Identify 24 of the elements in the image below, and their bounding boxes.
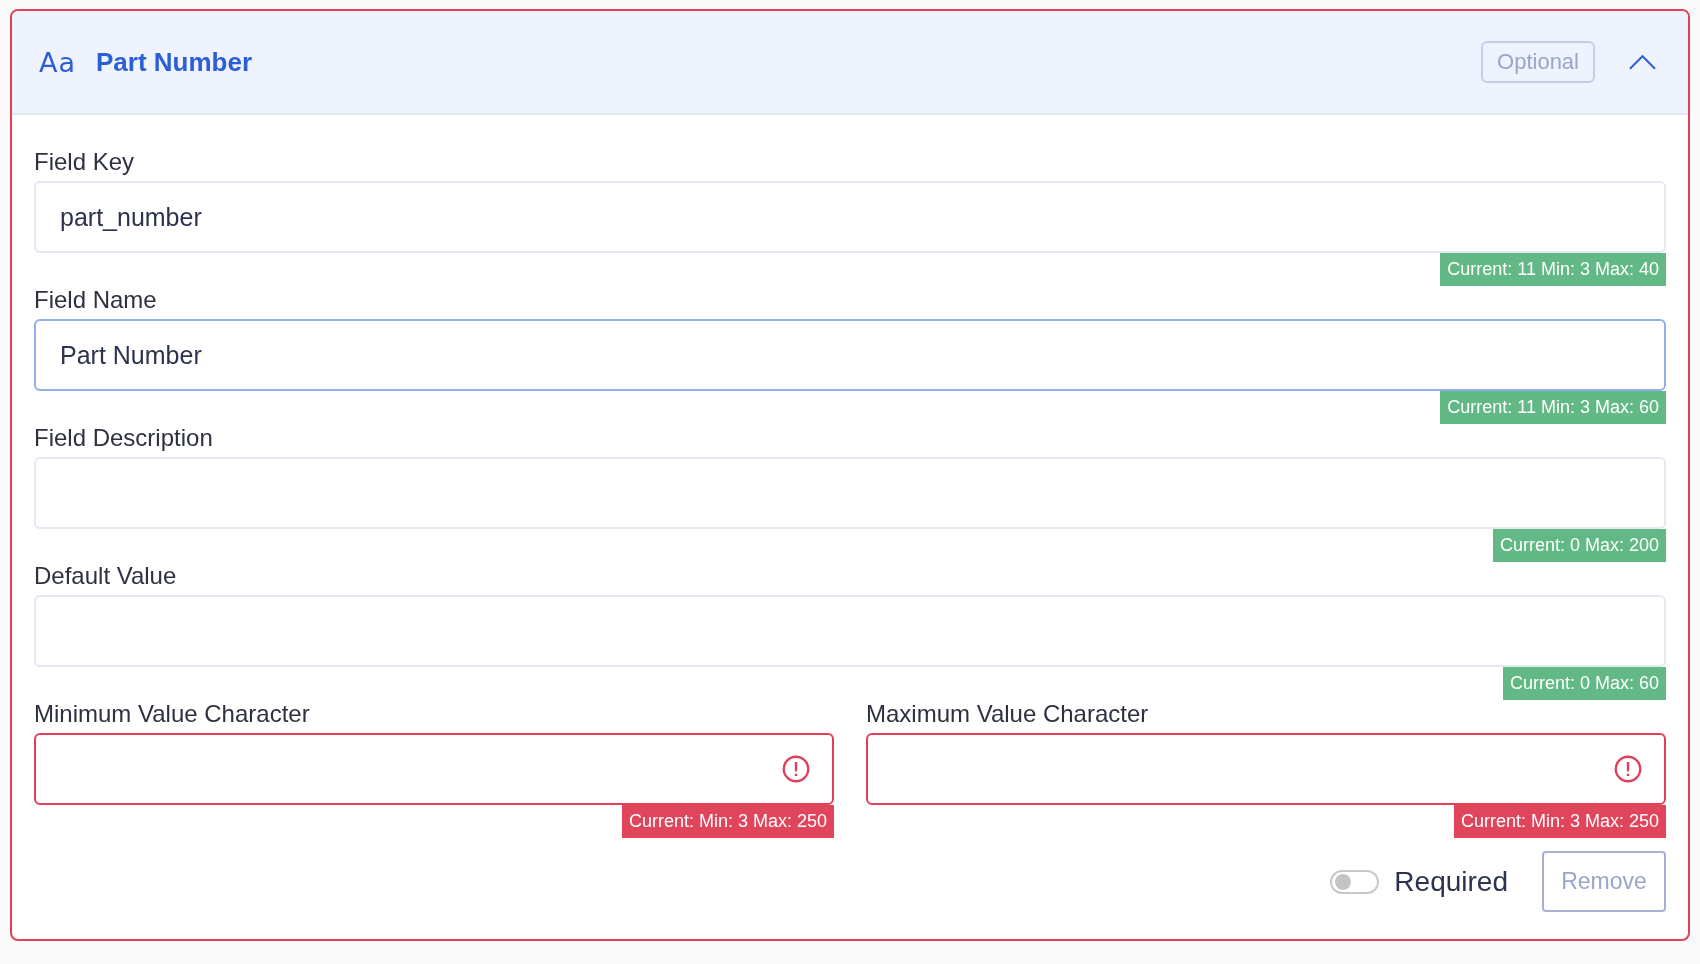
field-label: Maximum Value Character bbox=[866, 700, 1150, 728]
character-counter: Current: 0 Max: 200 bbox=[1492, 529, 1666, 562]
chevron-up-icon[interactable] bbox=[1629, 54, 1656, 70]
character-counter: Current: Min: 3 Max: 250 bbox=[621, 805, 834, 838]
field-label: Field Description bbox=[34, 424, 214, 452]
optional-badge: Optional bbox=[1481, 41, 1595, 83]
toggle-switch[interactable] bbox=[1330, 869, 1380, 894]
error-icon bbox=[1614, 755, 1642, 783]
input-field[interactable] bbox=[34, 733, 834, 805]
error-icon bbox=[782, 755, 810, 783]
character-counter: Current: 11 Min: 3 Max: 60 bbox=[1440, 391, 1666, 424]
text-type-icon: Aa bbox=[39, 46, 76, 78]
field-label: Field Key bbox=[34, 148, 136, 176]
field-label: Default Value bbox=[34, 562, 178, 590]
character-counter: Current: 0 Max: 60 bbox=[1502, 667, 1666, 700]
character-counter: Current: 11 Min: 3 Max: 40 bbox=[1440, 253, 1666, 286]
required-label: Required bbox=[1394, 865, 1508, 898]
field-title: Part Number bbox=[96, 46, 253, 78]
field-label: Field Name bbox=[34, 286, 158, 314]
input-field[interactable] bbox=[866, 733, 1666, 805]
input-field[interactable]: Part Number bbox=[34, 319, 1666, 391]
field-label: Minimum Value Character bbox=[34, 700, 311, 728]
input-field[interactable]: part_number bbox=[34, 181, 1666, 253]
character-counter: Current: Min: 3 Max: 250 bbox=[1453, 805, 1666, 838]
